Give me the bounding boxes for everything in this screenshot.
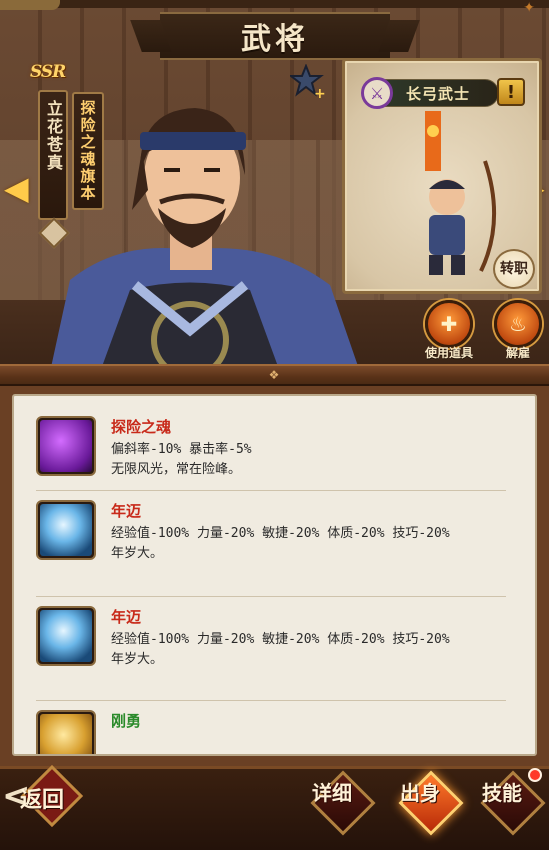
skill-item[interactable]: 探险之魂 偏斜率-10% 暴击率-5% 无限风光，常在险峰。 bbox=[36, 416, 506, 486]
skill-stats: 经验值-100% 力量-20% 敏捷-20% 体质-20% 技巧-20% 年岁大… bbox=[111, 630, 511, 670]
tab-details-label: 详细 bbox=[312, 781, 352, 805]
blue-ghost-icon bbox=[36, 606, 96, 666]
svg-text:+: + bbox=[314, 86, 326, 100]
class-card[interactable]: 长弓武士 ⚔ ! 转职 bbox=[342, 58, 542, 294]
skill-name: 探险之魂 bbox=[111, 418, 172, 436]
divider-ornament-icon: ❖ bbox=[268, 368, 280, 382]
skill-separator bbox=[36, 596, 506, 597]
page-title-banner: 武将 bbox=[160, 12, 390, 60]
hero-portrait bbox=[50, 108, 360, 372]
tab-skills[interactable]: 技能 bbox=[478, 770, 548, 842]
back-button[interactable]: < 返回 bbox=[0, 764, 100, 828]
tab-details[interactable]: 详细 bbox=[308, 770, 378, 842]
skill-description: 年岁大。 bbox=[111, 652, 164, 667]
back-label: 返回 bbox=[20, 787, 65, 813]
skills-panel[interactable]: 探险之魂 偏斜率-10% 暴击率-5% 无限风光，常在险峰。 年迈 经验值-10… bbox=[12, 394, 537, 756]
skill-name: 年迈 bbox=[111, 502, 142, 520]
skill-separator bbox=[36, 490, 506, 491]
favorite-star-icon[interactable]: + bbox=[290, 64, 326, 100]
currency-tab[interactable] bbox=[0, 0, 60, 10]
purple-soul-icon bbox=[36, 416, 96, 476]
skill-description: 年岁大。 bbox=[111, 546, 164, 561]
dismiss-icon[interactable]: ♨ bbox=[494, 300, 542, 348]
rarity-badge: SSR bbox=[30, 62, 66, 82]
top-strip bbox=[0, 0, 549, 8]
gold-upgrade-icon bbox=[36, 710, 96, 754]
skill-stats: 偏斜率-10% 暴击率-5% 无限风光，常在险峰。 bbox=[111, 440, 511, 480]
previous-hero-arrow-icon[interactable]: ◀ bbox=[4, 168, 29, 208]
tab-origin[interactable]: 出身 bbox=[396, 770, 466, 842]
skill-stats: 经验值-100% 力量-20% 敏捷-20% 体质-20% 技巧-20% 年岁大… bbox=[111, 524, 511, 564]
tab-origin-label: 出身 bbox=[400, 781, 440, 805]
skill-item[interactable]: 年迈 经验值-100% 力量-20% 敏捷-20% 体质-20% 技巧-20% … bbox=[36, 606, 506, 696]
notification-dot-icon bbox=[528, 768, 542, 782]
skill-description: 无限风光，常在险峰。 bbox=[111, 462, 242, 477]
page-title: 武将 bbox=[241, 22, 309, 57]
class-chibi-figure bbox=[425, 111, 497, 275]
tab-skills-label: 技能 bbox=[482, 781, 522, 805]
skill-item[interactable]: 年迈 经验值-100% 力量-20% 敏捷-20% 体质-20% 技巧-20% … bbox=[36, 500, 506, 590]
skill-item[interactable]: 刚勇 bbox=[36, 710, 506, 754]
blue-ghost-icon bbox=[36, 500, 96, 560]
maple-leaf-icon: ✦ bbox=[523, 0, 535, 16]
skill-stats-text: 经验值-100% 力量-20% 敏捷-20% 体质-20% 技巧-20% bbox=[111, 526, 450, 541]
use-item-label[interactable]: 使用道具 bbox=[418, 344, 480, 361]
use-item-icon[interactable]: ✚ bbox=[425, 300, 473, 348]
transfer-class-button[interactable]: 转职 bbox=[493, 249, 535, 289]
skill-name: 刚勇 bbox=[111, 712, 142, 730]
skill-separator bbox=[36, 700, 506, 701]
skill-name: 年迈 bbox=[111, 608, 142, 626]
skill-stats-text: 偏斜率-10% 暴击率-5% bbox=[111, 442, 252, 457]
dismiss-label[interactable]: 解雇 bbox=[494, 344, 542, 361]
skill-stats-text: 经验值-100% 力量-20% 敏捷-20% 体质-20% 技巧-20% bbox=[111, 632, 450, 647]
